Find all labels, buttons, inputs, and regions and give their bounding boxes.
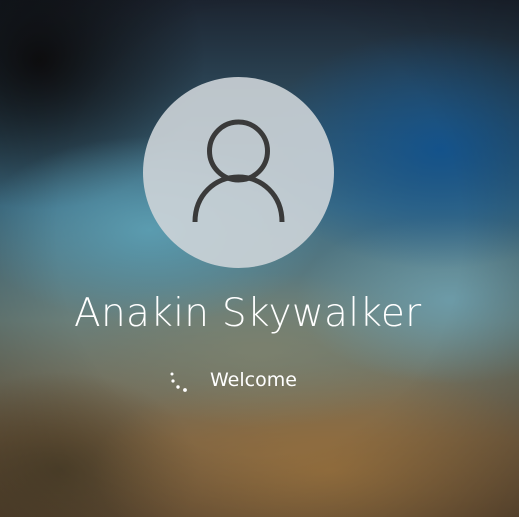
user-avatar-icon bbox=[192, 119, 285, 223]
status-text: Welcome bbox=[210, 369, 297, 391]
user-avatar bbox=[143, 77, 334, 268]
user-name: Anakin Skywalker bbox=[74, 291, 422, 336]
loading-spinner-icon bbox=[170, 372, 187, 392]
